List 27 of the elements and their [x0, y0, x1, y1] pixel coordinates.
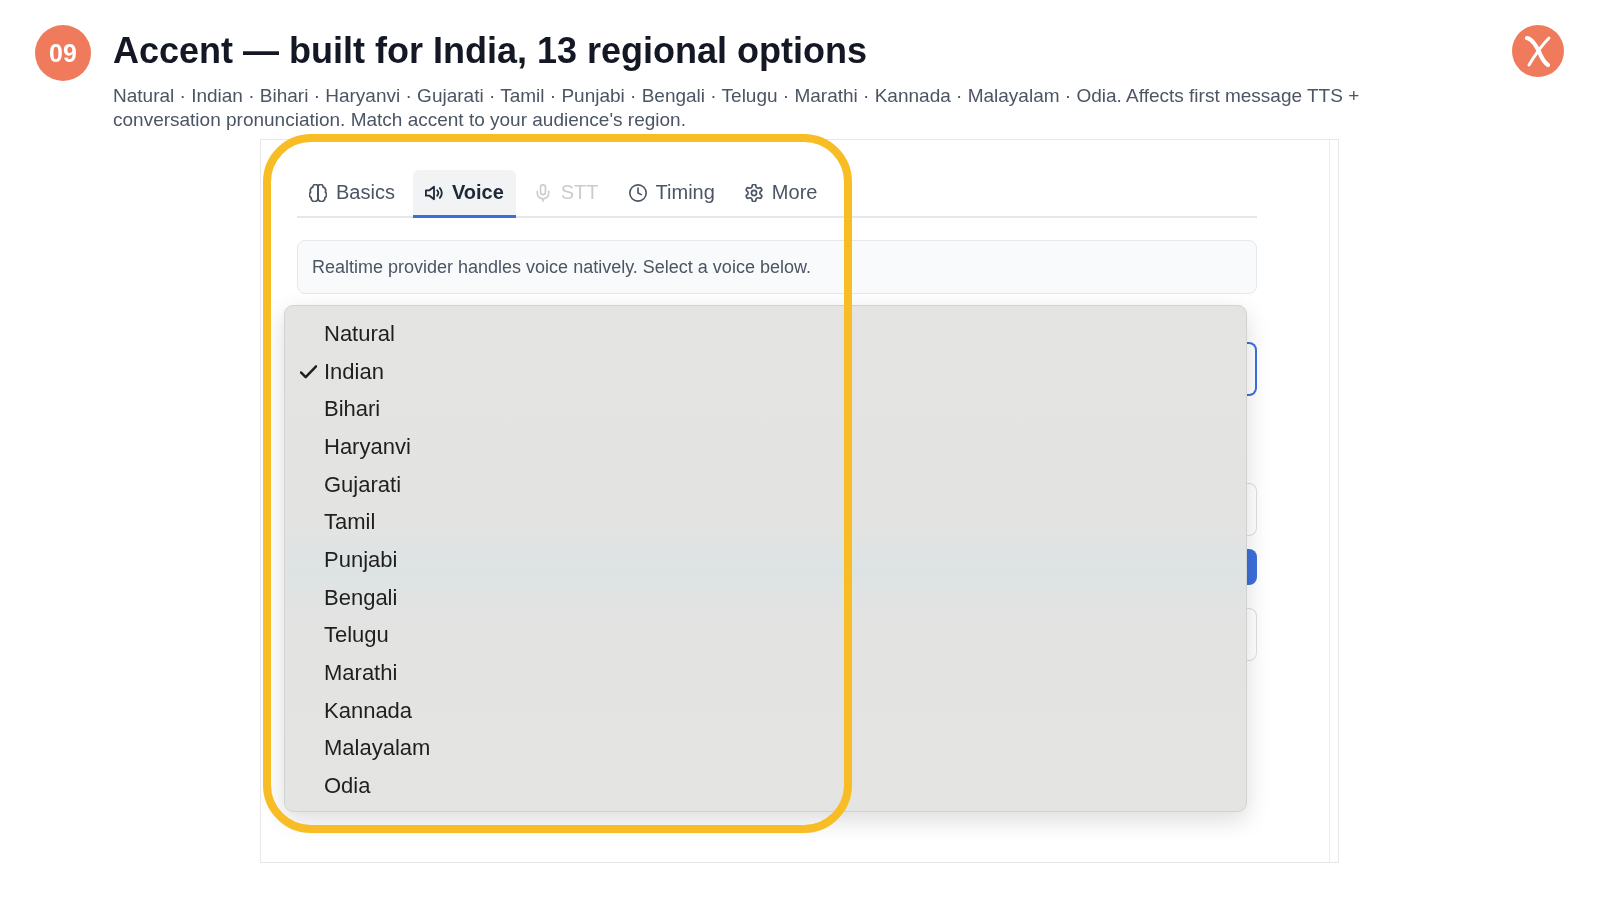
tab[interactable]: Basics [297, 170, 407, 218]
menu-option[interactable]: Kannada [285, 691, 1246, 730]
tab[interactable]: Voice [412, 170, 516, 218]
brain-icon [309, 183, 327, 202]
slide-subtitle: Natural · Indian · Bihari · Haryanvi · Gujarati · Tamil · Punjabi · Bengali · Telugu · Marathi · Kannada · Malayalam · Odia. Affects first message TTS + conversation pronunciation. Match accent to your audience's region. [113, 84, 1361, 132]
menu-option[interactable]: Odia [285, 767, 1246, 805]
settings-icon [744, 183, 763, 202]
menu-option[interactable]: Malayalam [285, 729, 1246, 768]
info-notice: Realtime provider handles voice natively. Select a voice below. [297, 240, 1257, 294]
step-badge: 09 [35, 25, 91, 81]
menu-option[interactable]: Bengali [285, 578, 1246, 617]
menu-option[interactable]: Natural [285, 315, 1246, 353]
menu-option[interactable]: Punjabi [285, 541, 1246, 579]
menu-option[interactable]: Telugu [285, 616, 1246, 655]
menu-option[interactable]: Tamil [285, 503, 1246, 542]
microphone-icon [533, 183, 552, 202]
speaker-icon [424, 183, 443, 202]
clock-icon [628, 183, 647, 202]
tab[interactable]: More [732, 170, 830, 218]
tab[interactable]: Timing [616, 170, 727, 218]
menu-option[interactable]: Indian [285, 352, 1246, 391]
menu-option[interactable]: Marathi [285, 654, 1246, 692]
menu-option[interactable]: Bihari [285, 390, 1246, 429]
menu-option[interactable]: Haryanvi [285, 428, 1246, 466]
menu-option[interactable]: Gujarati [285, 465, 1246, 504]
logo-icon [1512, 25, 1564, 77]
slide-title: Accent — built for India, 13 regional options [113, 30, 869, 72]
